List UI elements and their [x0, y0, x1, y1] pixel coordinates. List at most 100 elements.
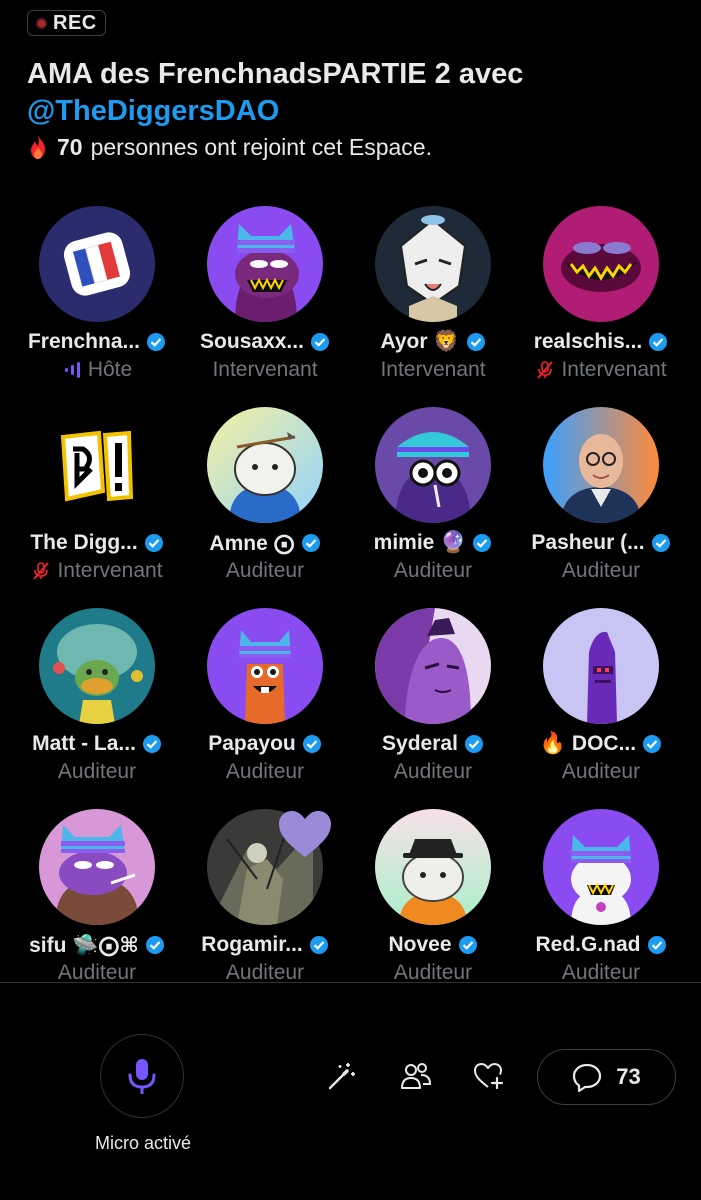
rec-label: REC: [53, 11, 97, 34]
participant-card[interactable]: Sousaxx... Intervenant: [181, 206, 349, 407]
verified-badge-icon: [147, 333, 166, 351]
participant-card[interactable]: The Digg... Intervenant: [13, 407, 181, 608]
avatar: [207, 407, 323, 523]
avatar: [39, 407, 155, 523]
participant-role: Auditeur: [225, 559, 305, 582]
verified-badge-icon: [145, 936, 164, 954]
joined-text: personnes ont rejoint cet Espace.: [90, 134, 432, 160]
heart-plus-icon: [474, 1063, 504, 1090]
participant-card[interactable]: Pasheur (... Auditeur: [517, 407, 685, 608]
participant-name: Amne ⨀: [209, 531, 295, 555]
avatar: [39, 809, 155, 925]
participant-role: Auditeur: [561, 559, 641, 582]
participant-role: Hôte: [87, 358, 133, 381]
avatar: [375, 407, 491, 523]
verified-badge-icon: [473, 534, 492, 552]
verified-badge-icon: [649, 333, 668, 351]
participant-name: The Digg...: [30, 531, 138, 554]
avatar: [207, 608, 323, 724]
participant-name: Syderal: [382, 732, 458, 755]
verified-badge-icon: [647, 936, 666, 954]
participant-role: Auditeur: [561, 760, 641, 783]
verified-badge-icon: [651, 534, 670, 552]
participant-name: Frenchna...: [27, 330, 141, 353]
avatar: [543, 809, 659, 925]
mic-status-label: Micro activé: [94, 1133, 192, 1153]
mic-muted-icon: [537, 361, 554, 379]
participant-name: Pasheur (...: [531, 531, 645, 554]
participants-button[interactable]: [398, 1058, 434, 1094]
bottom-divider: [0, 982, 701, 983]
effects-button[interactable]: [323, 1058, 359, 1094]
record-dot-icon: [36, 17, 47, 29]
participant-card[interactable]: realschis... Intervenant: [517, 206, 685, 407]
participant-card[interactable]: Red.G.nad Auditeur: [517, 809, 685, 1010]
comment-bubble-icon: [573, 1063, 602, 1092]
avatar: [207, 206, 323, 322]
participant-name: Rogamir...: [201, 933, 303, 956]
people-icon: [401, 1063, 432, 1089]
joined-count: 70: [57, 134, 83, 160]
host-handle-link[interactable]: @TheDiggersDAO: [27, 93, 677, 130]
participant-role: Auditeur: [57, 760, 137, 783]
participant-name: Novee: [388, 933, 452, 956]
space-title: AMA des FrenchnadsPARTIE 2 avec: [27, 58, 524, 90]
mic-muted-icon: [33, 562, 50, 580]
comments-button[interactable]: 73: [537, 1049, 676, 1105]
verified-badge-icon: [142, 735, 161, 753]
participant-card[interactable]: Frenchna... Hôte: [13, 206, 181, 407]
participant-role: Intervenant: [212, 358, 318, 381]
participant-role: Intervenant: [380, 358, 486, 381]
joined-count-line: 70 personnes ont rejoint cet Espace.: [27, 132, 677, 162]
participant-role: Intervenant: [561, 358, 667, 381]
avatar: [39, 608, 155, 724]
participant-name: Ayor 🦁: [380, 330, 460, 353]
participant-name: mimie 🔮: [373, 531, 467, 554]
participant-card[interactable]: 🔥 DOC... Auditeur: [517, 608, 685, 809]
verified-badge-icon: [301, 534, 320, 552]
participant-card[interactable]: Rogamir... Auditeur: [181, 809, 349, 1010]
verified-badge-icon: [466, 333, 485, 351]
participant-role: Intervenant: [57, 559, 163, 582]
verified-badge-icon: [643, 735, 662, 753]
verified-badge-icon: [464, 735, 483, 753]
avatar: [543, 608, 659, 724]
avatar: [39, 206, 155, 322]
participant-card[interactable]: sifu 🛸⨀⌘ Auditeur: [13, 809, 181, 1010]
verified-badge-icon: [458, 936, 477, 954]
avatar: [375, 608, 491, 724]
participant-role: Auditeur: [393, 559, 473, 582]
participants-grid: Frenchna... Hôte Sousaxx... Intervenant: [13, 206, 688, 1010]
participant-card[interactable]: Novee Auditeur: [349, 809, 517, 1010]
heart-reaction-icon: [279, 811, 331, 857]
verified-badge-icon: [309, 936, 328, 954]
participant-name: Papayou: [208, 732, 296, 755]
avatar: [375, 206, 491, 322]
participant-name: sifu 🛸⨀⌘: [29, 933, 139, 957]
participant-role: Auditeur: [225, 760, 305, 783]
avatar: [375, 809, 491, 925]
comment-count: 73: [616, 1064, 641, 1089]
participant-card[interactable]: Matt - La... Auditeur: [13, 608, 181, 809]
participant-card[interactable]: Papayou Auditeur: [181, 608, 349, 809]
verified-badge-icon: [144, 534, 163, 552]
participant-card[interactable]: Amne ⨀ Auditeur: [181, 407, 349, 608]
participant-name: Matt - La...: [32, 732, 136, 755]
fire-icon: [31, 135, 45, 159]
participant-name: Sousaxx...: [200, 330, 304, 353]
verified-badge-icon: [310, 333, 329, 351]
participant-card[interactable]: Syderal Auditeur: [349, 608, 517, 809]
avatar: [543, 206, 659, 322]
microphone-button[interactable]: [100, 1034, 184, 1118]
participant-card[interactable]: Ayor 🦁 Intervenant: [349, 206, 517, 407]
avatar: [543, 407, 659, 523]
participant-name: 🔥 DOC...: [539, 732, 637, 755]
magic-wand-icon: [328, 1063, 355, 1090]
speaking-indicator-icon: [64, 362, 80, 378]
participant-name: realschis...: [533, 330, 643, 353]
participant-card[interactable]: mimie 🔮 Auditeur: [349, 407, 517, 608]
microphone-icon: [128, 1059, 156, 1094]
participant-role: Auditeur: [393, 760, 473, 783]
react-button[interactable]: [471, 1058, 507, 1094]
recording-badge: REC: [27, 10, 106, 36]
